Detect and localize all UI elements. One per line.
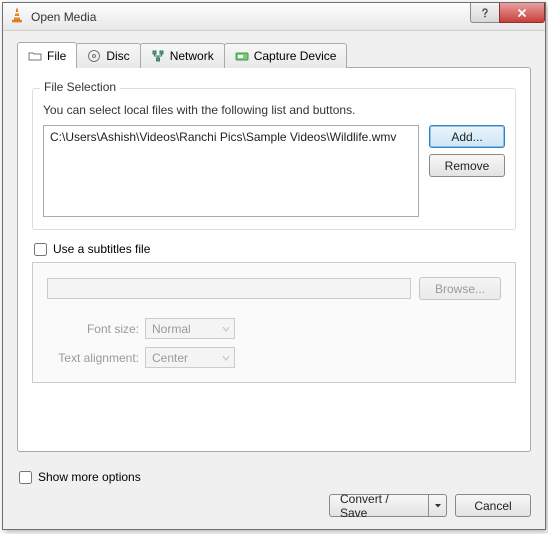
window-buttons [471, 3, 545, 30]
font-size-label: Font size: [47, 322, 139, 336]
convert-save-dropdown[interactable] [429, 494, 447, 517]
alignment-select: Center [145, 347, 235, 368]
alignment-value: Center [152, 351, 188, 365]
cancel-button[interactable]: Cancel [455, 494, 531, 517]
tab-file-label: File [47, 49, 66, 63]
close-icon [516, 7, 528, 19]
tab-network[interactable]: Network [140, 43, 225, 68]
file-selection-description: You can select local files with the foll… [43, 103, 505, 117]
dialog-content: File Disc Network [3, 31, 545, 462]
chevron-down-icon [222, 351, 230, 365]
browse-button: Browse... [419, 277, 501, 300]
tab-file[interactable]: File [17, 42, 77, 68]
disc-icon [87, 49, 101, 63]
subtitles-panel: Browse... Font size: Normal Text align [32, 262, 516, 383]
convert-save-split-button: Convert / Save [329, 494, 447, 517]
capture-device-icon [235, 50, 249, 62]
tab-strip: File Disc Network [17, 43, 531, 68]
convert-save-button[interactable]: Convert / Save [329, 494, 429, 517]
remove-button-label: Remove [445, 159, 490, 173]
file-selection-heading: File Selection [40, 80, 120, 94]
help-button[interactable] [470, 3, 500, 23]
convert-save-label: Convert / Save [340, 492, 418, 520]
subtitles-checkbox[interactable] [34, 243, 47, 256]
open-media-dialog: Open Media File [2, 2, 546, 530]
alignment-label: Text alignment: [47, 351, 139, 365]
file-list[interactable]: C:\Users\Ashish\Videos\Ranchi Pics\Sampl… [43, 125, 419, 217]
subtitles-checkbox-label: Use a subtitles file [53, 242, 150, 256]
chevron-down-icon [434, 502, 442, 510]
remove-button[interactable]: Remove [429, 154, 505, 177]
titlebar: Open Media [3, 3, 545, 31]
add-button-label: Add... [451, 130, 482, 144]
font-size-select: Normal [145, 318, 235, 339]
help-icon [479, 7, 491, 19]
tab-disc-label: Disc [106, 49, 129, 63]
dialog-footer: Show more options Convert / Save Cancel [3, 462, 545, 529]
tab-capture[interactable]: Capture Device [224, 43, 348, 68]
add-button[interactable]: Add... [429, 125, 505, 148]
file-panel: File Selection You can select local file… [17, 67, 531, 452]
tab-capture-label: Capture Device [254, 49, 337, 63]
file-list-item[interactable]: C:\Users\Ashish\Videos\Ranchi Pics\Sampl… [50, 130, 412, 144]
folder-icon [28, 50, 42, 62]
vlc-cone-icon [9, 7, 25, 26]
file-selection-group: File Selection You can select local file… [32, 82, 516, 230]
window-title: Open Media [31, 10, 471, 24]
tab-disc[interactable]: Disc [76, 43, 140, 68]
font-size-value: Normal [152, 322, 191, 336]
network-icon [151, 49, 165, 63]
more-options-label: Show more options [38, 470, 141, 484]
chevron-down-icon [222, 322, 230, 336]
cancel-button-label: Cancel [474, 499, 511, 513]
subtitles-path-input [47, 278, 411, 299]
browse-button-label: Browse... [435, 282, 485, 296]
more-options-checkbox[interactable] [19, 471, 32, 484]
close-button[interactable] [499, 3, 545, 23]
tab-network-label: Network [170, 49, 214, 63]
